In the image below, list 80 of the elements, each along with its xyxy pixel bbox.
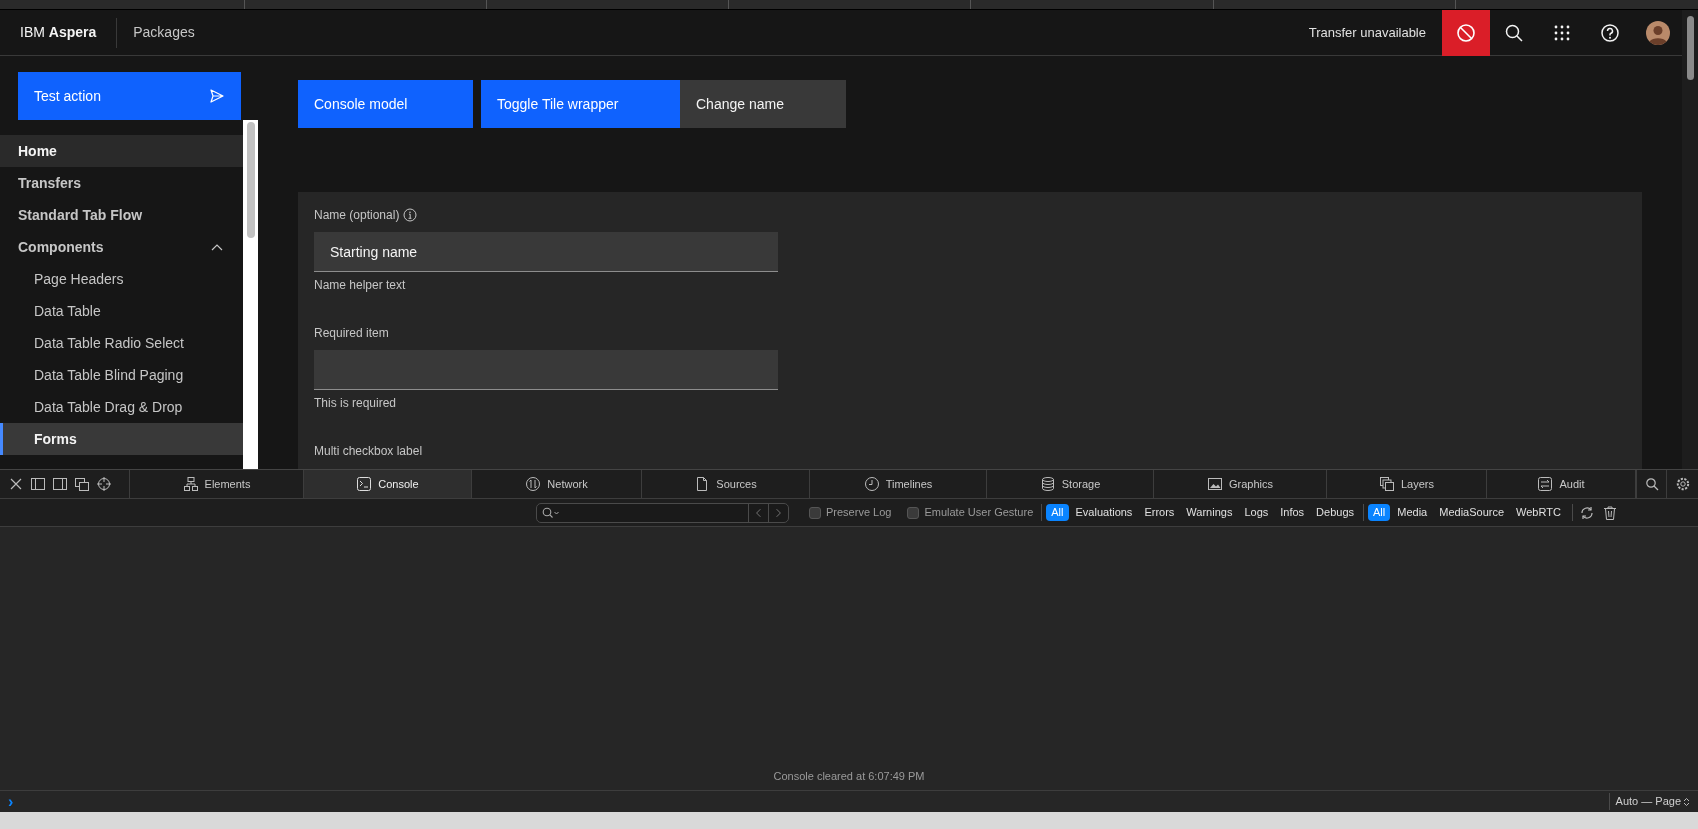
- sidebar-scrollbar[interactable]: [243, 120, 258, 469]
- prohibited-icon: [1456, 22, 1476, 43]
- filter-button[interactable]: All: [1368, 504, 1391, 521]
- crosshair-icon[interactable]: [96, 476, 112, 492]
- grid-icon: [1553, 23, 1571, 42]
- console-message: Console cleared at 6:07:49 PM: [773, 768, 925, 784]
- devtools-tab[interactable]: Graphics: [1154, 470, 1327, 498]
- nav-item[interactable]: Components: [0, 231, 243, 263]
- search-icon: [542, 506, 560, 519]
- layers-icon: [1379, 476, 1395, 492]
- search-icon: [1504, 22, 1524, 43]
- nav-item[interactable]: Forms: [0, 423, 243, 455]
- stepper-icon: [1683, 796, 1690, 807]
- nav-item[interactable]: Home: [0, 135, 243, 167]
- page-scrollbar[interactable]: [1682, 10, 1698, 469]
- nav-item[interactable]: Data Table Drag & Drop: [0, 391, 243, 423]
- devtools-tab[interactable]: Console: [304, 470, 472, 498]
- console-icon: [356, 476, 373, 492]
- devtools-tab[interactable]: Timelines: [810, 470, 987, 498]
- checkbox[interactable]: [907, 506, 920, 519]
- refresh-icon[interactable]: [1578, 504, 1595, 521]
- search-icon[interactable]: [1644, 477, 1659, 491]
- field-label: Required item: [314, 325, 389, 342]
- devtools-tab[interactable]: Storage: [987, 470, 1154, 498]
- checkbox-label: Emulate User Gesture: [924, 505, 1034, 521]
- swap-icon: [1537, 476, 1554, 492]
- filter-button[interactable]: MediaSource: [1434, 504, 1510, 521]
- primary-button[interactable]: Toggle Tile wrapper: [481, 80, 680, 128]
- execution-context-select[interactable]: Auto — Page: [1608, 793, 1690, 810]
- prompt-icon: ›: [8, 789, 14, 814]
- filter-button[interactable]: Errors: [1139, 504, 1180, 521]
- brand-name[interactable]: IBM Aspera: [0, 22, 117, 43]
- help-icon: [1600, 22, 1620, 43]
- nav-item[interactable]: Transfers: [0, 167, 243, 199]
- filter-button[interactable]: Warnings: [1181, 504, 1238, 521]
- devtools-tab[interactable]: Sources: [642, 470, 810, 498]
- transfer-status: Transfer unavailable: [1308, 23, 1427, 42]
- filter-button[interactable]: Debugs: [1311, 504, 1360, 521]
- nav-item[interactable]: Data Table: [0, 295, 243, 327]
- devtools-tab[interactable]: Network: [472, 470, 642, 498]
- filter-button[interactable]: Infos: [1275, 504, 1310, 521]
- devtools-tab[interactable]: Audit: [1487, 470, 1636, 498]
- filter-button[interactable]: WebRTC: [1511, 504, 1566, 521]
- database-icon: [1039, 476, 1056, 492]
- checkbox[interactable]: [809, 506, 821, 519]
- field-label: Multi checkbox label: [314, 443, 423, 460]
- nav-item[interactable]: Data Table Blind Paging: [0, 359, 243, 391]
- nav-item[interactable]: Data Table Radio Select: [0, 327, 243, 359]
- filter-button[interactable]: Media: [1392, 504, 1433, 521]
- dock-left-icon[interactable]: [30, 476, 46, 492]
- chevron-up-icon: [211, 243, 223, 251]
- primary-button[interactable]: Console model: [298, 80, 473, 128]
- transfer-unavailable-button[interactable]: [1442, 9, 1490, 56]
- text-input[interactable]: [314, 350, 778, 390]
- test-action-button[interactable]: Test action: [18, 72, 241, 120]
- image-icon: [1207, 476, 1223, 492]
- avatar-icon: [1646, 20, 1670, 45]
- settings-icon[interactable]: [1674, 476, 1691, 492]
- info-icon[interactable]: [403, 208, 418, 222]
- filter-button[interactable]: Logs: [1239, 504, 1274, 521]
- hierarchy-icon: [182, 476, 199, 492]
- field-label: Name (optional): [314, 207, 400, 224]
- devtools-tab[interactable]: Layers: [1327, 470, 1487, 498]
- undock-icon[interactable]: [74, 476, 90, 492]
- filter-button[interactable]: Evaluations: [1070, 504, 1138, 521]
- helper-text: This is required: [314, 395, 398, 412]
- filter-button[interactable]: All: [1046, 504, 1069, 521]
- send-icon: [209, 88, 225, 104]
- network-icon: [525, 476, 542, 492]
- checkbox-label: Preserve Log: [826, 505, 892, 521]
- trash-icon[interactable]: [1602, 504, 1617, 521]
- secondary-button[interactable]: Change name: [680, 80, 846, 128]
- close-icon[interactable]: [8, 476, 24, 492]
- text-input[interactable]: Starting name: [314, 232, 778, 272]
- helper-text: Name helper text: [314, 277, 407, 294]
- dock-right-icon[interactable]: [52, 476, 68, 492]
- nav-item[interactable]: Standard Tab Flow: [0, 199, 243, 231]
- product-link[interactable]: Packages: [117, 22, 211, 43]
- clock-icon: [863, 476, 880, 492]
- nav-item[interactable]: Page Headers: [0, 263, 243, 295]
